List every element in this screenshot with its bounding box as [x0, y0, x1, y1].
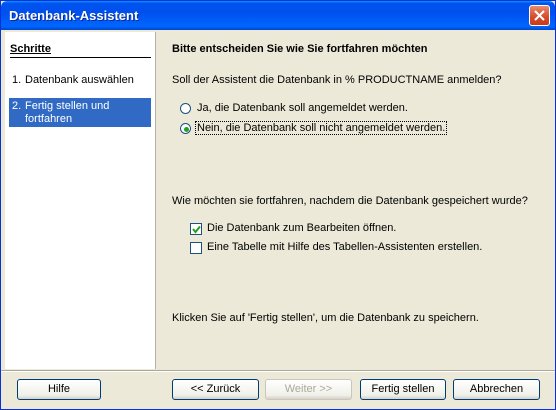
radio-yes-label: Ja, die Datenbank soll angemeldet werden… — [197, 102, 408, 114]
checkbox-edit-label: Die Datenbank zum Bearbeiten öffnen. — [207, 222, 397, 234]
wizard-window: Datenbank-Assistent Schritte 1. Datenban… — [0, 0, 556, 410]
radio-no-label: Nein, die Datenbank soll nicht angemelde… — [194, 121, 448, 135]
page-title: Bitte entscheiden Sie wie Sie fortfahren… — [172, 43, 428, 55]
step-select-database[interactable]: 1. Datenbank auswählen — [9, 74, 151, 88]
close-icon — [534, 10, 545, 21]
radio-unselected-icon — [180, 103, 191, 114]
close-button[interactable] — [529, 5, 550, 26]
steps-heading: Schritte — [10, 43, 51, 55]
next-button[interactable]: Weiter >> — [265, 379, 352, 400]
register-question: Soll der Assistent die Datenbank in % PR… — [172, 74, 502, 86]
continue-question: Wie möchten sie fortfahren, nachdem die … — [172, 195, 528, 207]
checkbox-checked-icon — [190, 223, 202, 235]
main-panel: Bitte entscheiden Sie wie Sie fortfahren… — [157, 32, 553, 369]
title-bar[interactable]: Datenbank-Assistent — [1, 1, 555, 30]
finish-hint: Klicken Sie auf 'Fertig stellen', um die… — [172, 312, 479, 324]
step-label: Datenbank auswählen — [25, 74, 134, 86]
back-button[interactable]: << Zurück — [172, 379, 259, 400]
step-number: 1. — [12, 74, 22, 86]
help-button[interactable]: Hilfe — [17, 379, 101, 400]
step-number: 2. — [12, 100, 22, 112]
window-title: Datenbank-Assistent — [9, 8, 139, 23]
radio-selected-icon — [180, 123, 191, 134]
finish-button[interactable]: Fertig stellen — [360, 379, 446, 400]
step-label: Fertig stellen und fortfahren — [25, 100, 110, 125]
checkbox-table-label: Eine Tabelle mit Hilfe des Tabellen-Assi… — [207, 241, 483, 253]
steps-panel: Schritte 1. Datenbank auswählen 2. Ferti… — [5, 32, 156, 369]
step-finish-continue[interactable]: 2. Fertig stellen und fortfahren — [9, 98, 151, 127]
button-separator — [1, 370, 555, 372]
checkbox-unchecked-icon — [190, 242, 202, 254]
steps-divider — [10, 57, 151, 58]
cancel-button[interactable]: Abbrechen — [453, 379, 540, 400]
